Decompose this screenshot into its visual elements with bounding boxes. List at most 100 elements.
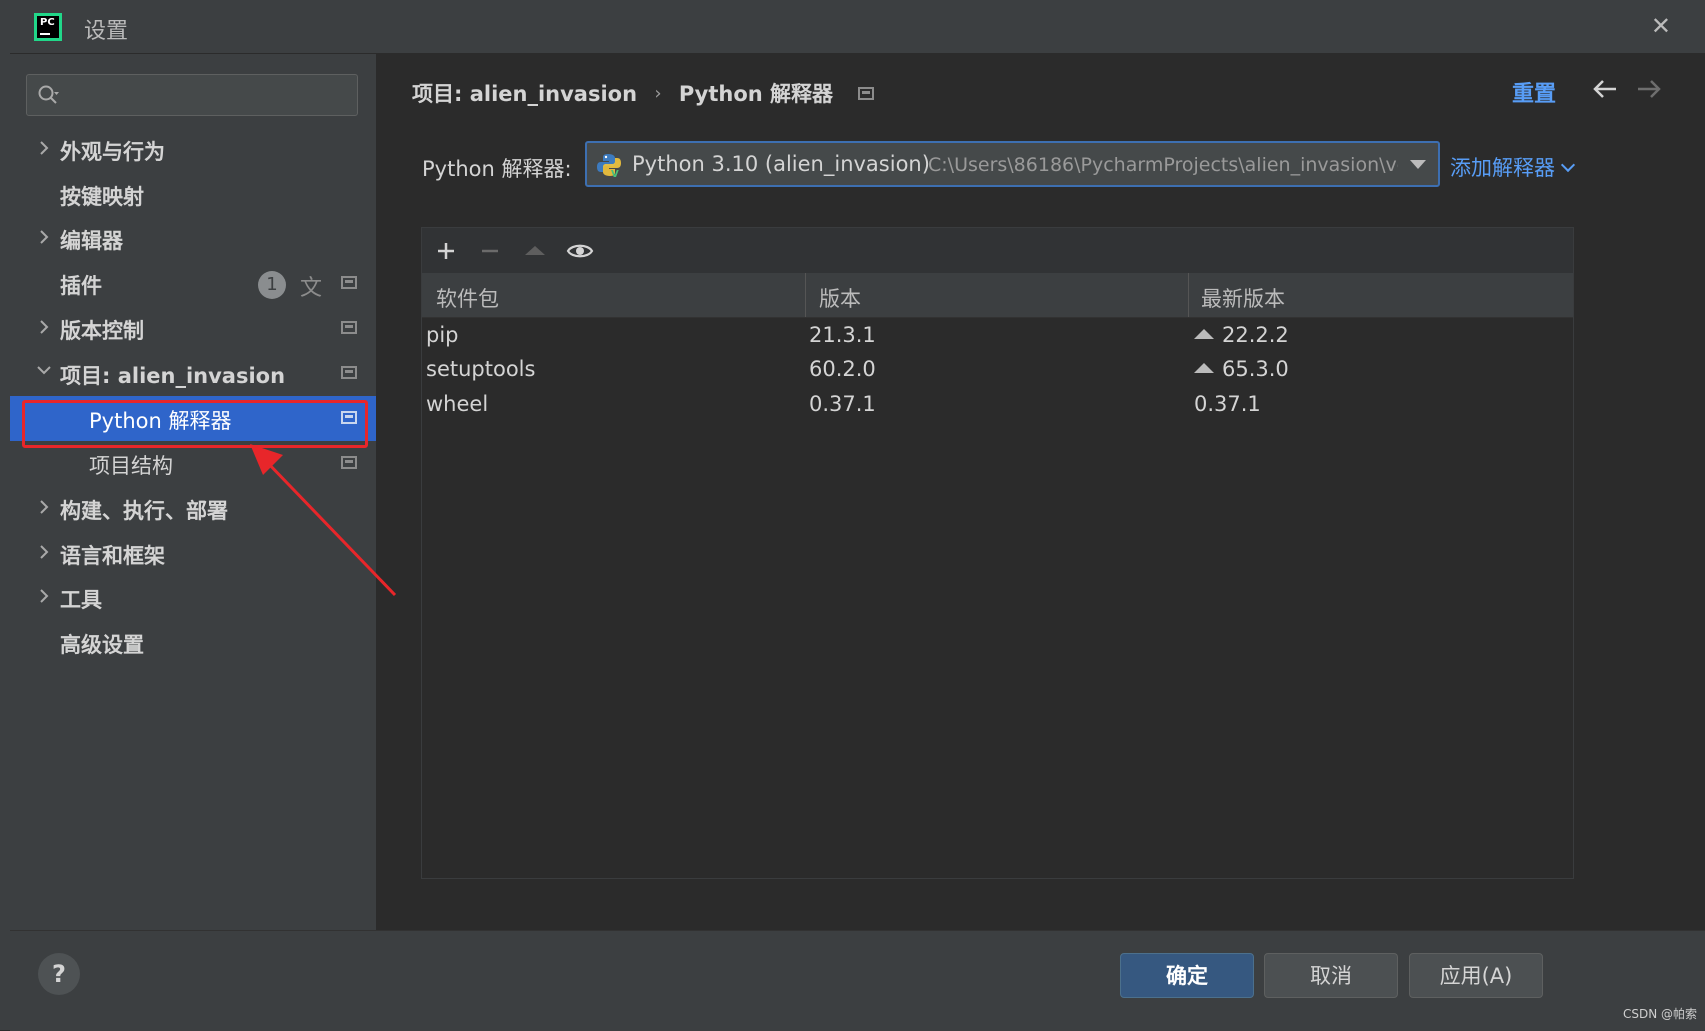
chevron-right-icon bbox=[40, 141, 49, 155]
sidebar-item-label: 项目结构 bbox=[89, 454, 173, 478]
chevron-right-icon bbox=[40, 230, 49, 244]
sidebar-item-label: 语言和框架 bbox=[60, 544, 165, 568]
pycharm-logo-icon: PC bbox=[34, 13, 62, 41]
project-level-icon bbox=[858, 86, 875, 100]
upgrade-package-icon[interactable] bbox=[520, 236, 550, 266]
interpreter-label: Python 解释器: bbox=[422, 157, 572, 181]
window-title: 设置 bbox=[84, 19, 129, 44]
dialog-footer: ? 确定 取消 应用(A) CSDN @帕索 bbox=[10, 930, 1705, 1031]
sidebar-item-editor[interactable]: 编辑器 bbox=[10, 216, 376, 261]
sidebar-item-project-structure[interactable]: 项目结构 bbox=[10, 441, 376, 486]
settings-search[interactable] bbox=[26, 74, 358, 116]
sidebar-item-appearance[interactable]: 外观与行为 bbox=[10, 127, 376, 172]
dropdown-arrow-icon bbox=[1410, 160, 1426, 169]
sidebar-item-label: 插件 bbox=[60, 274, 102, 298]
back-arrow-icon[interactable] bbox=[1590, 74, 1620, 104]
package-latest: 0.37.1 bbox=[1194, 392, 1261, 416]
column-header-latest[interactable]: 最新版本 bbox=[1201, 283, 1285, 313]
package-version: 0.37.1 bbox=[809, 392, 876, 416]
package-version: 21.3.1 bbox=[809, 323, 876, 347]
sidebar-item-label: 高级设置 bbox=[60, 633, 144, 657]
sidebar-item-build-execution[interactable]: 构建、执行、部署 bbox=[10, 486, 376, 531]
title-bar: PC 设置 ✕ bbox=[10, 0, 1705, 54]
sidebar-item-version-control[interactable]: 版本控制 bbox=[10, 306, 376, 351]
upgrade-available-icon bbox=[1194, 363, 1214, 373]
sidebar-item-label: 按键映射 bbox=[60, 185, 144, 209]
breadcrumb: 项目: alien_invasion › Python 解释器 bbox=[412, 78, 875, 108]
interpreter-name: Python 3.10 (alien_invasion) bbox=[632, 152, 930, 176]
chevron-right-icon bbox=[40, 545, 49, 559]
sidebar-item-python-interpreter[interactable]: Python 解释器 bbox=[10, 396, 376, 441]
sidebar-item-label: 外观与行为 bbox=[60, 140, 165, 164]
sidebar-item-keymap[interactable]: 按键映射 bbox=[10, 172, 376, 217]
package-latest: 65.3.0 bbox=[1194, 357, 1289, 381]
eye-icon[interactable] bbox=[565, 236, 595, 266]
forward-arrow-icon[interactable] bbox=[1634, 74, 1664, 104]
project-level-icon bbox=[341, 276, 357, 289]
column-header-version[interactable]: 版本 bbox=[819, 283, 861, 313]
sidebar-item-label: 编辑器 bbox=[60, 229, 123, 253]
project-level-icon bbox=[341, 411, 357, 424]
package-name: wheel bbox=[426, 392, 489, 416]
table-row[interactable]: wheel 0.37.1 0.37.1 bbox=[422, 389, 1573, 423]
packages-panel: 软件包 版本 最新版本 pip 21.3.1 22.2.2 setuptools… bbox=[421, 227, 1574, 879]
plugin-updates-badge: 1 bbox=[258, 271, 286, 299]
column-divider bbox=[1188, 273, 1189, 317]
settings-dialog: PC 设置 ✕ 外观与行为 按键映射 编辑器 插件 1 文 版本控制 项目: a… bbox=[10, 0, 1705, 1031]
translate-icon: 文 bbox=[300, 276, 323, 301]
latest-version-text: 22.2.2 bbox=[1222, 323, 1289, 347]
close-button[interactable]: ✕ bbox=[1651, 12, 1671, 40]
settings-sidebar: 外观与行为 按键映射 编辑器 插件 1 文 版本控制 项目: alien_inv… bbox=[10, 54, 376, 930]
svg-text:V: V bbox=[611, 169, 619, 178]
add-package-icon[interactable] bbox=[431, 236, 461, 266]
search-icon bbox=[38, 85, 59, 104]
sidebar-item-label: Python 解释器 bbox=[89, 409, 232, 433]
remove-package-icon[interactable] bbox=[475, 236, 505, 266]
add-interpreter-label: 添加解释器 bbox=[1450, 156, 1555, 180]
packages-table-header: 软件包 版本 最新版本 bbox=[422, 273, 1573, 318]
help-button[interactable]: ? bbox=[38, 953, 80, 995]
cancel-button[interactable]: 取消 bbox=[1264, 953, 1398, 998]
package-latest: 22.2.2 bbox=[1194, 323, 1289, 347]
background-window-edge bbox=[0, 0, 10, 1030]
column-header-package[interactable]: 软件包 bbox=[436, 283, 499, 313]
package-version: 60.2.0 bbox=[809, 357, 876, 381]
sidebar-item-project[interactable]: 项目: alien_invasion bbox=[10, 351, 376, 396]
add-interpreter-link[interactable]: 添加解释器 bbox=[1450, 152, 1576, 182]
sidebar-item-languages[interactable]: 语言和框架 bbox=[10, 531, 376, 576]
reset-link[interactable]: 重置 bbox=[1512, 76, 1556, 108]
package-name: pip bbox=[426, 323, 459, 347]
packages-toolbar bbox=[422, 228, 1573, 273]
sidebar-item-advanced[interactable]: 高级设置 bbox=[10, 620, 376, 665]
sidebar-item-label: 构建、执行、部署 bbox=[60, 499, 228, 523]
apply-button[interactable]: 应用(A) bbox=[1409, 953, 1543, 998]
upgrade-available-icon bbox=[1194, 329, 1214, 339]
settings-content: 项目: alien_invasion › Python 解释器 重置 Pytho… bbox=[376, 54, 1705, 930]
sidebar-item-label: 版本控制 bbox=[60, 319, 144, 343]
project-level-icon bbox=[341, 321, 357, 334]
chevron-right-icon bbox=[40, 500, 49, 514]
breadcrumb-separator: › bbox=[654, 82, 662, 104]
sidebar-item-label: 项目: alien_invasion bbox=[60, 364, 286, 388]
sidebar-item-label: 工具 bbox=[60, 588, 102, 612]
page-title: Python 解释器 bbox=[678, 82, 834, 106]
breadcrumb-project[interactable]: 项目: alien_invasion bbox=[412, 78, 637, 108]
interpreter-path: C:\Users\86186\PycharmProjects\alien_inv… bbox=[928, 154, 1398, 176]
project-level-icon bbox=[341, 366, 357, 379]
chevron-right-icon bbox=[40, 589, 49, 603]
watermark: CSDN @帕索 bbox=[1622, 1007, 1697, 1021]
interpreter-select[interactable]: V Python 3.10 (alien_invasion) C:\Users\… bbox=[585, 141, 1440, 187]
sidebar-item-tools[interactable]: 工具 bbox=[10, 575, 376, 620]
chevron-down-icon bbox=[1560, 157, 1576, 173]
ok-button[interactable]: 确定 bbox=[1120, 953, 1254, 998]
table-row[interactable]: setuptools 60.2.0 65.3.0 bbox=[422, 354, 1573, 388]
sidebar-item-plugins[interactable]: 插件 1 文 bbox=[10, 261, 376, 306]
table-row[interactable]: pip 21.3.1 22.2.2 bbox=[422, 320, 1573, 354]
column-divider bbox=[805, 273, 806, 317]
chevron-right-icon bbox=[40, 320, 49, 334]
python-venv-icon: V bbox=[597, 154, 621, 178]
package-name: setuptools bbox=[426, 357, 536, 381]
project-level-icon bbox=[341, 456, 357, 469]
latest-version-text: 65.3.0 bbox=[1222, 357, 1289, 381]
search-input[interactable] bbox=[67, 81, 351, 111]
